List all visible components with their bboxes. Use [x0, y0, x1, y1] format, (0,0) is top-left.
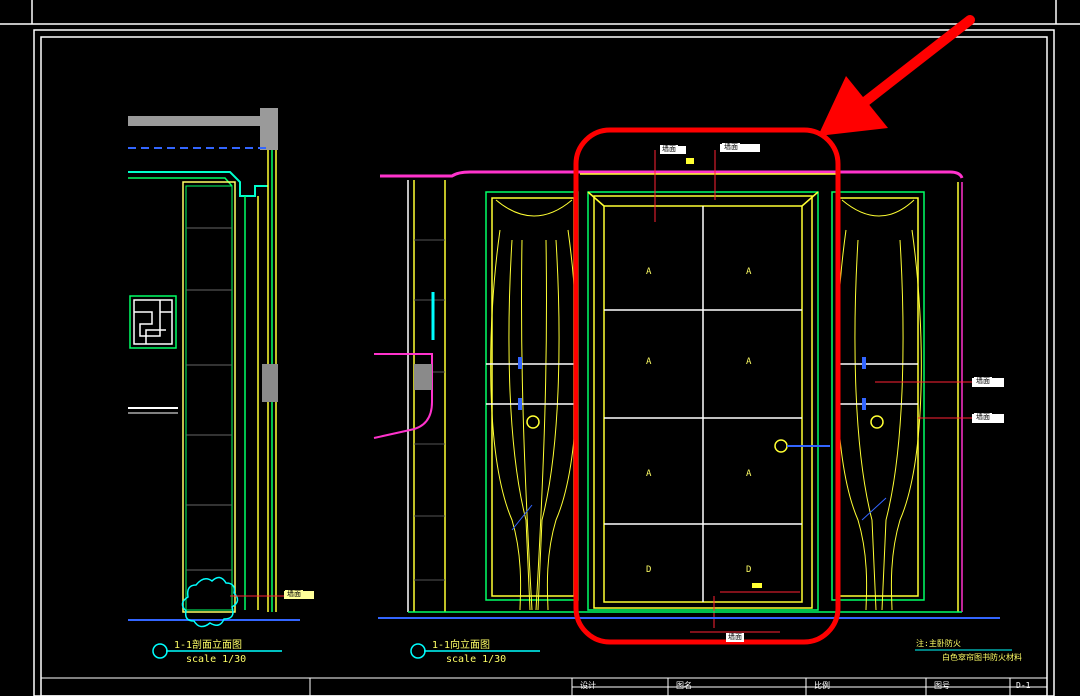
door-mark: A	[646, 267, 652, 277]
door-mark: A	[746, 357, 752, 367]
door-frame-block	[262, 364, 278, 402]
title-block-cell: 图名	[676, 681, 692, 690]
highlight-arrow-head	[818, 76, 888, 136]
title-block	[41, 677, 1047, 696]
elevation-view	[373, 144, 1012, 659]
door-panel	[587, 191, 819, 611]
ceiling-beam	[128, 116, 260, 126]
ceiling-beam-end	[260, 108, 278, 150]
title-block-cell: D-1	[1016, 681, 1031, 690]
section-view-scale: scale 1/30	[186, 654, 247, 665]
door-mark: A	[646, 357, 652, 367]
callout-tag: 墙面	[722, 143, 740, 152]
title-block-cell: 设计	[580, 681, 596, 690]
right-curtain	[836, 199, 922, 611]
callout-tag: 墙面	[974, 377, 992, 386]
highlight-box	[573, 127, 841, 645]
section-view-title: 1-1剖面立面图	[174, 640, 243, 651]
cad-drawing-canvas	[0, 0, 1080, 696]
callout-tag: 墙面	[974, 413, 992, 422]
title-block-cell: 图号	[934, 681, 950, 690]
left-curtain	[490, 199, 578, 611]
door-mark: A	[746, 267, 752, 277]
door-mark: A	[646, 469, 652, 479]
title-block-cell: 比例	[814, 681, 830, 690]
elevation-view-scale: scale 1/30	[446, 654, 507, 665]
elevation-view-title: 1-1向立面图	[432, 640, 491, 651]
door-mark: A	[746, 469, 752, 479]
section-view	[128, 108, 314, 659]
note-line-2: 白色窣帘图书防火材料	[942, 653, 1022, 662]
callout-tag: 墙面	[285, 590, 303, 599]
highlight-arrow-shaft	[847, 15, 975, 117]
review-highlight	[573, 15, 975, 645]
callout-tag: 墙面	[726, 633, 744, 642]
door-mark: D	[746, 565, 752, 575]
door-mark: D	[646, 565, 652, 575]
lattice-screen	[129, 295, 177, 349]
callout-tag: 墙面	[660, 145, 678, 154]
note-line-1: 注:主卧防火	[916, 639, 961, 648]
